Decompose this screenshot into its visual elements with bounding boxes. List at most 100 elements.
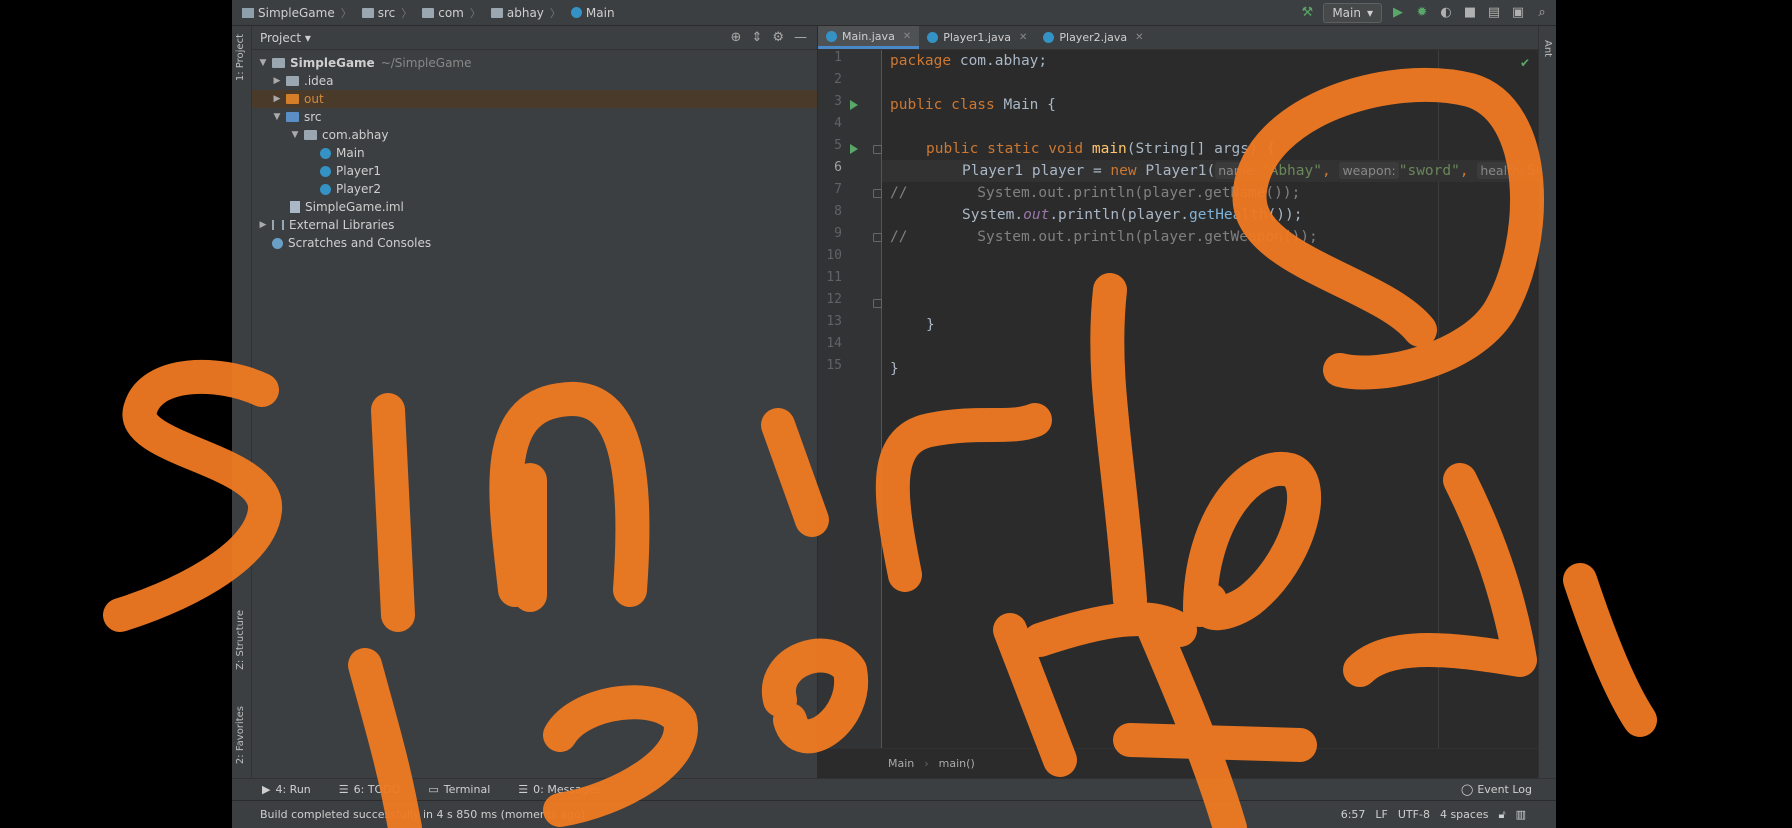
messages-icon: ☰	[518, 783, 529, 796]
class-icon	[570, 7, 582, 18]
favorites-tool-button[interactable]: 2: Favorites	[235, 706, 246, 764]
status-message[interactable]: Build completed successfully in 4 s 850 …	[260, 808, 585, 821]
run-tool-button[interactable]: ▶ 4: Run	[262, 783, 311, 796]
tree-label: External Libraries	[289, 218, 395, 232]
lock-icon[interactable]: 🔓︎	[1498, 808, 1505, 822]
tab-player1-java[interactable]: Player1.java ✕	[919, 26, 1035, 49]
project-view-select[interactable]: Project ▾	[260, 31, 311, 45]
tree-item-player2[interactable]: Player2	[320, 180, 381, 198]
tree-item-scratches[interactable]: Scratches and Consoles	[272, 234, 431, 252]
class-icon	[320, 183, 331, 195]
status-bar: Build completed successfully in 4 s 850 …	[232, 800, 1556, 828]
structure-tool-button[interactable]: Z: Structure	[235, 610, 246, 670]
tab-player2-java[interactable]: Player2.java ✕	[1035, 26, 1151, 49]
gear-icon[interactable]: ⚙	[772, 30, 784, 45]
tree-item-external-libraries[interactable]: ▶ External Libraries	[258, 216, 395, 234]
library-icon	[272, 220, 284, 230]
line-number: 2	[834, 72, 842, 87]
tool-label: 4: Run	[275, 783, 311, 796]
crumb-main[interactable]: Main	[561, 6, 615, 20]
code-line-6: Player1 player = new Player1(name: "Abhay…	[882, 160, 1556, 182]
param-hint-health: health:	[1477, 162, 1528, 179]
search-icon[interactable]: ⌕	[1534, 5, 1550, 21]
close-icon[interactable]: ✕	[1135, 32, 1143, 43]
run-class-icon[interactable]	[850, 100, 858, 110]
project-tool-button[interactable]: 1: Project	[235, 34, 246, 81]
line-number: 7	[834, 182, 842, 197]
todo-tool-button[interactable]: ☰ 6: TODO	[339, 783, 401, 796]
param-hint-weapon: weapon:	[1339, 162, 1399, 179]
code-area[interactable]: package com.abhay; public class Main { p…	[882, 50, 1556, 748]
class-icon	[320, 165, 331, 177]
hide-icon[interactable]: —	[794, 30, 807, 45]
run-main-icon[interactable]	[850, 144, 858, 154]
crumb-src[interactable]: src 〉	[352, 5, 412, 21]
collapse-all-icon[interactable]: ⇕	[751, 30, 762, 45]
tab-label: Player1.java	[943, 31, 1011, 44]
line-number: 6	[834, 160, 842, 175]
terminal-icon: ▭	[428, 783, 439, 796]
folder-icon	[490, 7, 503, 18]
line-number: 11	[826, 270, 842, 285]
crumb-com[interactable]: com 〉	[412, 5, 481, 21]
tree-item-main[interactable]: Main	[320, 144, 365, 162]
intellij-window: SimpleGame 〉 src 〉 com 〉 abhay 〉 Main ⚒ Main…	[232, 0, 1556, 828]
line-separator[interactable]: LF	[1375, 808, 1387, 822]
run-configuration-select[interactable]: Main ▾	[1323, 3, 1382, 23]
run-icon[interactable]: ▶	[1390, 5, 1406, 21]
tab-main-java[interactable]: Main.java ✕	[818, 26, 920, 49]
line-number: 5	[834, 138, 842, 153]
project-structure-icon[interactable]: ▤	[1486, 5, 1502, 21]
class-icon	[927, 32, 939, 43]
locate-icon[interactable]: ⊕	[731, 30, 742, 45]
folder-icon	[422, 7, 435, 18]
fold-icon[interactable]	[873, 145, 882, 154]
line-number: 10	[826, 248, 842, 263]
coverage-icon[interactable]: ◐	[1438, 5, 1454, 21]
tree-item-idea[interactable]: ▶ .idea	[272, 72, 334, 90]
close-icon[interactable]: ✕	[1019, 32, 1027, 43]
tree-label: Scratches and Consoles	[288, 236, 432, 250]
code-line-1: package com.abhay;	[890, 53, 1048, 69]
crumb-class[interactable]: Main	[888, 757, 914, 770]
navigation-bar: SimpleGame 〉 src 〉 com 〉 abhay 〉 Main ⚒ Main…	[232, 0, 1556, 26]
crumb-project[interactable]: SimpleGame 〉	[232, 5, 352, 21]
source-folder-icon	[286, 112, 299, 122]
fold-icon[interactable]	[873, 233, 882, 242]
tree-item-iml[interactable]: SimpleGame.iml	[290, 198, 404, 216]
tree-item-simplegame[interactable]: ▼ SimpleGame ~/SimpleGame	[258, 54, 472, 72]
messages-tool-button[interactable]: ☰ 0: Messages	[518, 783, 601, 796]
toolbar-actions: ⚒ Main ▾ ▶ ✹ ◐ ■ ▤ ▣ ⌕	[1299, 3, 1550, 23]
tree-item-com-abhay[interactable]: ▼ com.abhay	[290, 126, 389, 144]
param-hint-name: name:	[1215, 162, 1261, 179]
fold-icon[interactable]	[873, 299, 882, 308]
folder-icon	[361, 7, 374, 18]
crumb-abhay[interactable]: abhay 〉	[481, 5, 561, 21]
ant-tool-button[interactable]: Ant	[1542, 40, 1553, 57]
crumb-method[interactable]: main()	[939, 757, 975, 770]
event-log-button[interactable]: ◯ Event Log	[1461, 783, 1532, 796]
file-encoding[interactable]: UTF-8	[1398, 808, 1430, 822]
scratches-icon	[272, 237, 283, 249]
line-number: 1	[834, 50, 842, 65]
debug-bug-icon[interactable]: ✹	[1414, 5, 1430, 21]
indent-setting[interactable]: 4 spaces	[1440, 808, 1489, 822]
tree-item-src[interactable]: ▼ src	[272, 108, 322, 126]
tool-label: 6: TODO	[353, 783, 401, 796]
expanded-arrow-icon: ▼	[273, 112, 281, 122]
code-line-5: public static void main(String[] args) {	[926, 141, 1276, 157]
memory-indicator-icon[interactable]: ▥	[1516, 808, 1526, 822]
tree-item-player1[interactable]: Player1	[320, 162, 381, 180]
toggle-view-icon[interactable]: ▣	[1510, 5, 1526, 21]
tool-label: Event Log	[1477, 783, 1532, 796]
tree-item-out[interactable]: ▶ out	[252, 90, 817, 108]
module-folder-icon	[272, 58, 285, 68]
terminal-tool-button[interactable]: ▭ Terminal	[428, 783, 490, 796]
build-hammer-icon[interactable]: ⚒	[1299, 5, 1315, 21]
project-icon	[242, 7, 254, 18]
caret-position[interactable]: 6:57	[1341, 808, 1366, 822]
fold-icon[interactable]	[873, 189, 882, 198]
stop-icon[interactable]: ■	[1462, 5, 1478, 21]
close-icon[interactable]: ✕	[903, 31, 911, 42]
run-icon: ▶	[262, 783, 271, 796]
